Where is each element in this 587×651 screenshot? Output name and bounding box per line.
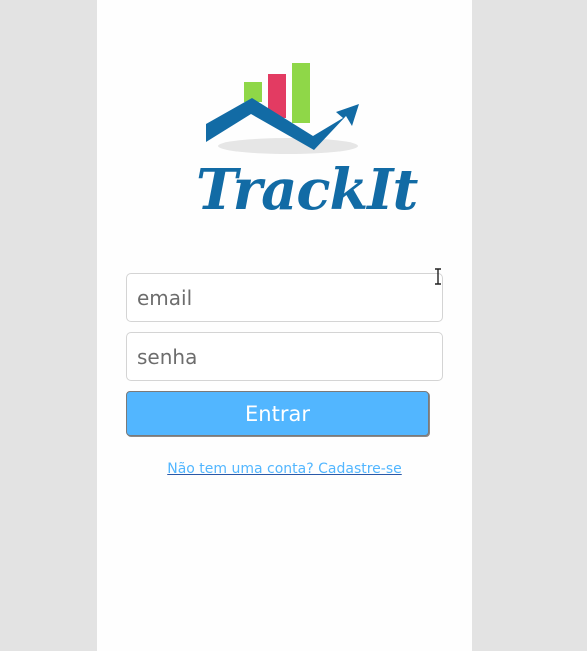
logo-wordmark: TrackIt: [196, 157, 418, 223]
email-input[interactable]: [126, 273, 443, 322]
login-screen: TrackIt Entrar Não tem uma conta? Cadast…: [97, 0, 472, 651]
text-cursor-icon: [435, 268, 441, 285]
login-button[interactable]: Entrar: [126, 391, 429, 436]
trackit-logo: TrackIt: [196, 60, 418, 230]
signup-link[interactable]: Não tem uma conta? Cadastre-se: [97, 461, 472, 477]
password-input[interactable]: [126, 332, 443, 381]
bar-chart-with-trend-arrow-icon: [206, 63, 359, 154]
